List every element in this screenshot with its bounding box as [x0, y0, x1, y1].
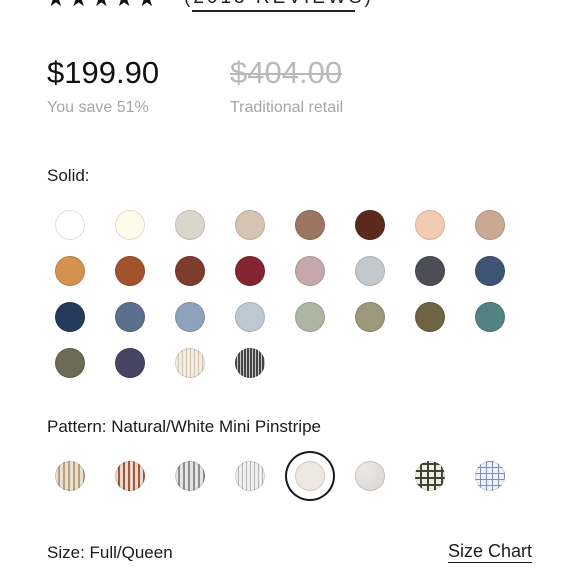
star-icon: ★ [46, 0, 66, 10]
reviews-link[interactable]: (2013 REVIEWS) [184, 0, 374, 9]
swatch-gray-stripe[interactable] [175, 461, 205, 491]
swatch-blue-plaid[interactable] [475, 461, 505, 491]
swatch-mocha[interactable] [295, 210, 325, 240]
swatch-sand[interactable] [235, 210, 265, 240]
retail-price: $404.00 [230, 55, 343, 90]
star-icon: ★ [114, 0, 134, 10]
swatch-eggplant[interactable] [115, 348, 145, 378]
rating-stars: ★ ★ ★ ★ ★ [46, 0, 160, 12]
price: $199.90 [47, 55, 160, 90]
swatch-denim[interactable] [475, 256, 505, 286]
swatch-charcoal-stripe[interactable] [235, 348, 265, 378]
star-icon: ★ [69, 0, 89, 10]
swatch-light-gray[interactable] [175, 210, 205, 240]
swatch-natural-stripe[interactable] [175, 348, 205, 378]
size-label: Size: Full/Queen [47, 543, 173, 562]
pattern-label: Pattern: Natural/White Mini Pinstripe [47, 417, 321, 436]
swatch-powder-blue[interactable] [175, 302, 205, 332]
swatch-burgundy[interactable] [235, 256, 265, 286]
swatch-olive[interactable] [355, 302, 385, 332]
swatch-brick[interactable] [175, 256, 205, 286]
swatch-mauve[interactable] [295, 256, 325, 286]
swatch-light-gray-stripe[interactable] [235, 461, 265, 491]
solid-label: Solid: [47, 166, 90, 185]
swatch-army-green[interactable] [55, 348, 85, 378]
swatch-chocolate[interactable] [355, 210, 385, 240]
star-icon: ★ [91, 0, 111, 10]
swatch-sage[interactable] [295, 302, 325, 332]
swatch-mist[interactable] [235, 302, 265, 332]
reviews-underline [192, 10, 355, 12]
swatch-tan-stripe[interactable] [55, 461, 85, 491]
swatch-green-plaid[interactable] [415, 461, 445, 491]
swatch-natural-white-mini-pinstripe[interactable] [295, 461, 325, 491]
swatch-linen[interactable] [355, 461, 385, 491]
swatch-rust[interactable] [115, 256, 145, 286]
swatch-peach[interactable] [415, 210, 445, 240]
swatch-navy[interactable] [55, 302, 85, 332]
star-icon: ★ [137, 0, 157, 10]
swatch-ivory[interactable] [115, 210, 145, 240]
swatch-moss[interactable] [415, 302, 445, 332]
savings-text: You save 51% [47, 99, 149, 116]
swatch-slate-blue[interactable] [115, 302, 145, 332]
swatch-charcoal[interactable] [415, 256, 445, 286]
swatch-silver[interactable] [355, 256, 385, 286]
swatch-white[interactable] [55, 210, 85, 240]
swatch-teal[interactable] [475, 302, 505, 332]
swatch-rust-stripe[interactable] [115, 461, 145, 491]
swatch-blush[interactable] [475, 210, 505, 240]
size-chart-link[interactable]: Size Chart [448, 541, 532, 562]
retail-label: Traditional retail [230, 99, 344, 116]
swatch-amber[interactable] [55, 256, 85, 286]
